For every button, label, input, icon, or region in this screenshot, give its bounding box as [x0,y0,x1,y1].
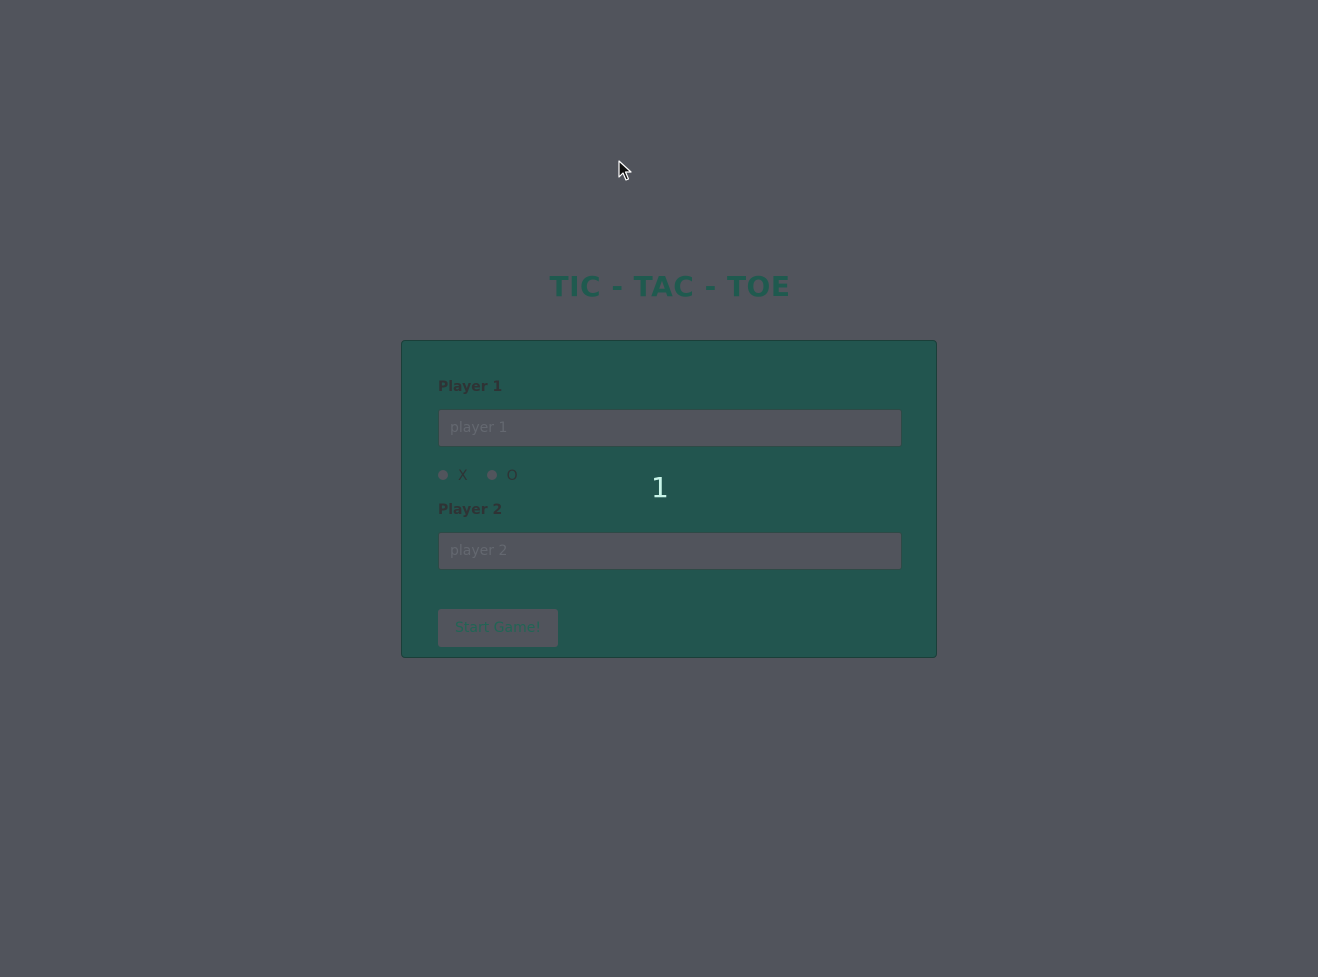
player-setup-card: Player 1 X O 1 Player 2 Start Game! [401,340,937,658]
player-1-label: Player 1 [438,379,503,395]
page-title: TIC - TAC - TOE [549,270,791,303]
start-game-button[interactable]: Start Game! [438,609,558,647]
symbol-o-radio[interactable] [486,470,497,480]
player-2-label: Player 2 [438,502,503,518]
symbol-o-label: O [506,468,518,484]
symbol-choice: X O [438,465,537,485]
mouse-cursor-icon [618,160,632,187]
symbol-x-radio[interactable] [438,470,448,480]
player-1-input[interactable] [438,409,902,447]
symbol-x-label: X [458,468,468,484]
counter-overlay: 1 [651,471,669,504]
player-2-input[interactable] [438,532,902,570]
